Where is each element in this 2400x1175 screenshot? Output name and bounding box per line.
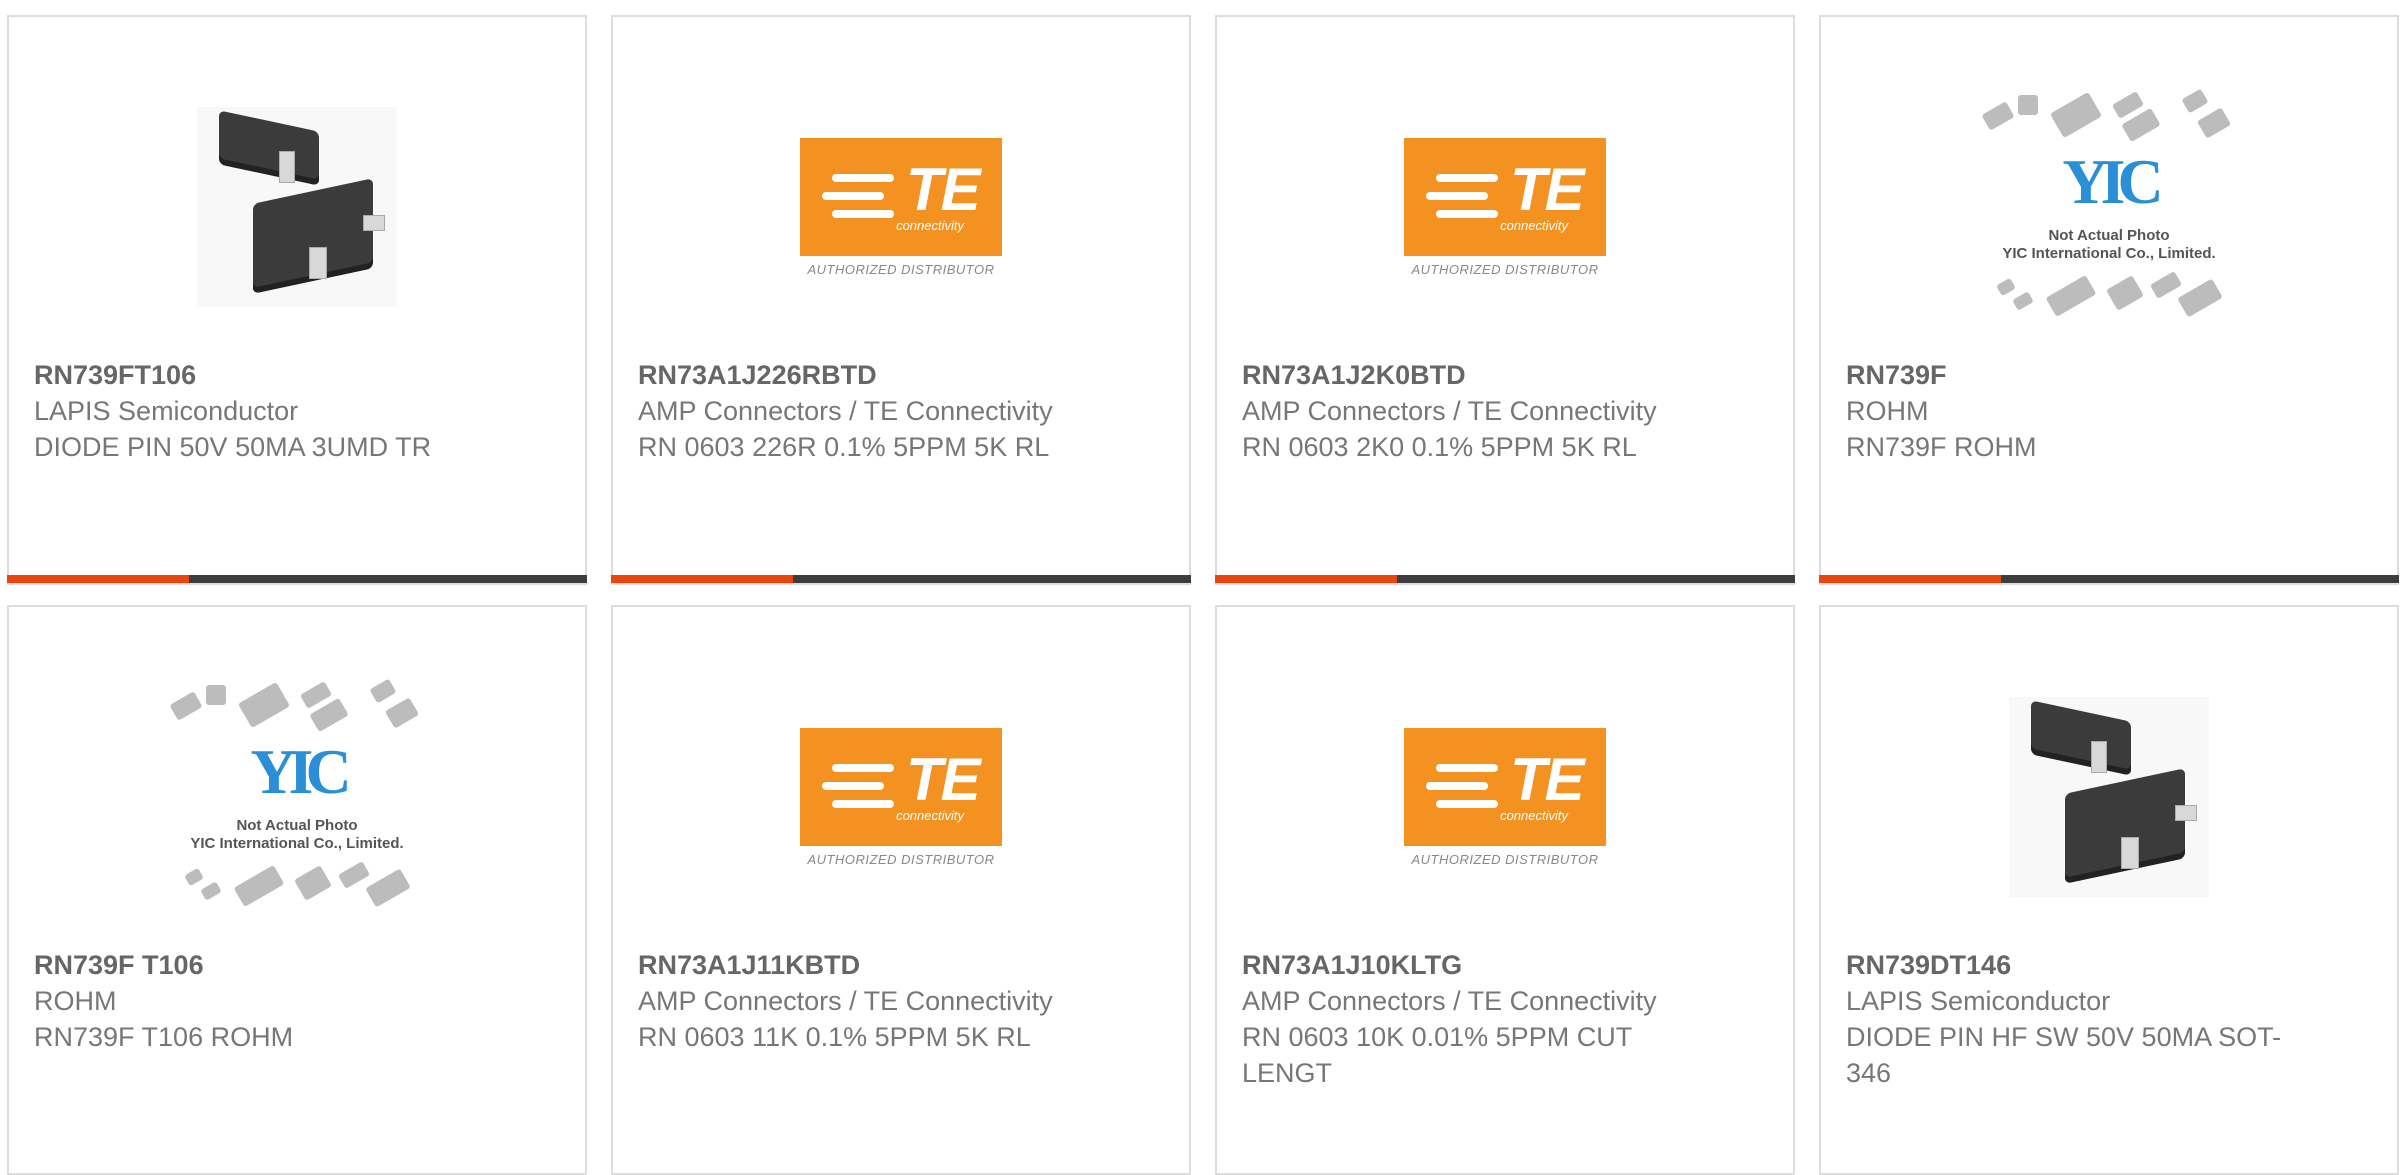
product-card[interactable]: RN739DT146 LAPIS Semiconductor DIODE PIN…	[1819, 605, 2399, 1175]
part-number[interactable]: RN739DT146	[1846, 947, 2286, 983]
yic-note-line-2: YIC International Co., Limited.	[190, 835, 404, 852]
part-number[interactable]: RN73A1J2K0BTD	[1242, 357, 1682, 393]
part-number[interactable]: RN73A1J11KBTD	[638, 947, 1078, 983]
te-sub: connectivity	[896, 807, 964, 823]
description: RN739F T106 ROHM	[34, 1022, 294, 1052]
yic-note-line-2: YIC International Co., Limited.	[2002, 245, 2216, 262]
yic-logo: YIC	[2062, 146, 2163, 217]
part-number[interactable]: RN73A1J226RBTD	[638, 357, 1078, 393]
product-image[interactable]	[1821, 647, 2397, 947]
product-card[interactable]: TE connectivity AUTHORIZED DISTRIBUTOR R…	[1215, 15, 1795, 585]
product-info: RN739F ROHM RN739F ROHM	[1846, 357, 2286, 465]
manufacturer: AMP Connectors / TE Connectivity	[1242, 396, 1657, 426]
product-image[interactable]: TE connectivity AUTHORIZED DISTRIBUTOR	[613, 57, 1189, 357]
product-card[interactable]: RN739FT106 LAPIS Semiconductor DIODE PIN…	[7, 15, 587, 585]
product-card[interactable]: TE connectivity AUTHORIZED DISTRIBUTOR R…	[611, 15, 1191, 585]
te-distributor-label: AUTHORIZED DISTRIBUTOR	[807, 261, 995, 277]
part-number[interactable]: RN73A1J10KLTG	[1242, 947, 1682, 983]
product-card[interactable]: TE connectivity AUTHORIZED DISTRIBUTOR R…	[1215, 605, 1795, 1175]
manufacturer: AMP Connectors / TE Connectivity	[638, 986, 1053, 1016]
sot-chip-image	[2009, 697, 2209, 897]
te-mark: TE	[1510, 745, 1585, 813]
manufacturer: ROHM	[1846, 396, 1929, 426]
description: RN 0603 226R 0.1% 5PPM 5K RL	[638, 432, 1050, 462]
manufacturer: AMP Connectors / TE Connectivity	[638, 396, 1053, 426]
product-image[interactable]: TE connectivity AUTHORIZED DISTRIBUTOR	[1217, 647, 1793, 947]
product-image[interactable]	[9, 57, 585, 357]
te-distributor-label: AUTHORIZED DISTRIBUTOR	[1411, 261, 1599, 277]
description: RN 0603 2K0 0.1% 5PPM 5K RL	[1242, 432, 1637, 462]
sot-chip-image	[197, 107, 397, 307]
yic-note: Not Actual Photo YIC International Co., …	[162, 817, 432, 853]
te-mark: TE	[906, 155, 981, 223]
te-logo: TE connectivity AUTHORIZED DISTRIBUTOR	[800, 727, 1002, 867]
te-distributor-label: AUTHORIZED DISTRIBUTOR	[1411, 851, 1599, 867]
part-number[interactable]: RN739F T106	[34, 947, 474, 983]
manufacturer: LAPIS Semiconductor	[34, 396, 299, 426]
product-info: RN73A1J10KLTG AMP Connectors / TE Connec…	[1242, 947, 1682, 1091]
description: RN 0603 10K 0.01% 5PPM CUT LENGT	[1242, 1022, 1632, 1088]
product-info: RN73A1J2K0BTD AMP Connectors / TE Connec…	[1242, 357, 1682, 465]
card-bottom-bar	[611, 575, 1191, 583]
te-mark: TE	[906, 745, 981, 813]
product-card[interactable]: YIC Not Actual Photo YIC International C…	[7, 605, 587, 1175]
manufacturer: ROHM	[34, 986, 117, 1016]
product-info: RN739FT106 LAPIS Semiconductor DIODE PIN…	[34, 357, 474, 465]
product-grid: RN739FT106 LAPIS Semiconductor DIODE PIN…	[0, 0, 2400, 1175]
description: DIODE PIN HF SW 50V 50MA SOT-346	[1846, 1022, 2282, 1088]
te-logo: TE connectivity AUTHORIZED DISTRIBUTOR	[1404, 137, 1606, 277]
card-bottom-bar	[1819, 575, 2399, 583]
yic-placeholder: YIC Not Actual Photo YIC International C…	[1974, 87, 2244, 327]
te-sub: connectivity	[896, 217, 964, 233]
product-image[interactable]: YIC Not Actual Photo YIC International C…	[9, 647, 585, 947]
yic-note: Not Actual Photo YIC International Co., …	[1974, 227, 2244, 263]
product-card[interactable]: TE connectivity AUTHORIZED DISTRIBUTOR R…	[611, 605, 1191, 1175]
product-image[interactable]: TE connectivity AUTHORIZED DISTRIBUTOR	[1217, 57, 1793, 357]
manufacturer: AMP Connectors / TE Connectivity	[1242, 986, 1657, 1016]
card-bottom-bar	[1215, 575, 1795, 583]
product-image[interactable]: TE connectivity AUTHORIZED DISTRIBUTOR	[613, 647, 1189, 947]
description: RN 0603 11K 0.1% 5PPM 5K RL	[638, 1022, 1031, 1052]
product-info: RN739F T106 ROHM RN739F T106 ROHM	[34, 947, 474, 1055]
te-mark: TE	[1510, 155, 1585, 223]
card-bottom-bar	[7, 575, 587, 583]
te-distributor-label: AUTHORIZED DISTRIBUTOR	[807, 851, 995, 867]
te-logo: TE connectivity AUTHORIZED DISTRIBUTOR	[800, 137, 1002, 277]
te-logo: TE connectivity AUTHORIZED DISTRIBUTOR	[1404, 727, 1606, 867]
description: RN739F ROHM	[1846, 432, 2037, 462]
product-card[interactable]: YIC Not Actual Photo YIC International C…	[1819, 15, 2399, 585]
product-info: RN739DT146 LAPIS Semiconductor DIODE PIN…	[1846, 947, 2286, 1091]
part-number[interactable]: RN739F	[1846, 357, 2286, 393]
yic-logo: YIC	[250, 736, 351, 807]
te-sub: connectivity	[1500, 217, 1568, 233]
manufacturer: LAPIS Semiconductor	[1846, 986, 2111, 1016]
product-info: RN73A1J11KBTD AMP Connectors / TE Connec…	[638, 947, 1078, 1055]
yic-note-line-1: Not Actual Photo	[2048, 227, 2170, 244]
part-number[interactable]: RN739FT106	[34, 357, 474, 393]
product-image[interactable]: YIC Not Actual Photo YIC International C…	[1821, 57, 2397, 357]
description: DIODE PIN 50V 50MA 3UMD TR	[34, 432, 432, 462]
yic-placeholder: YIC Not Actual Photo YIC International C…	[162, 677, 432, 917]
product-info: RN73A1J226RBTD AMP Connectors / TE Conne…	[638, 357, 1078, 465]
yic-note-line-1: Not Actual Photo	[236, 817, 358, 834]
te-sub: connectivity	[1500, 807, 1568, 823]
